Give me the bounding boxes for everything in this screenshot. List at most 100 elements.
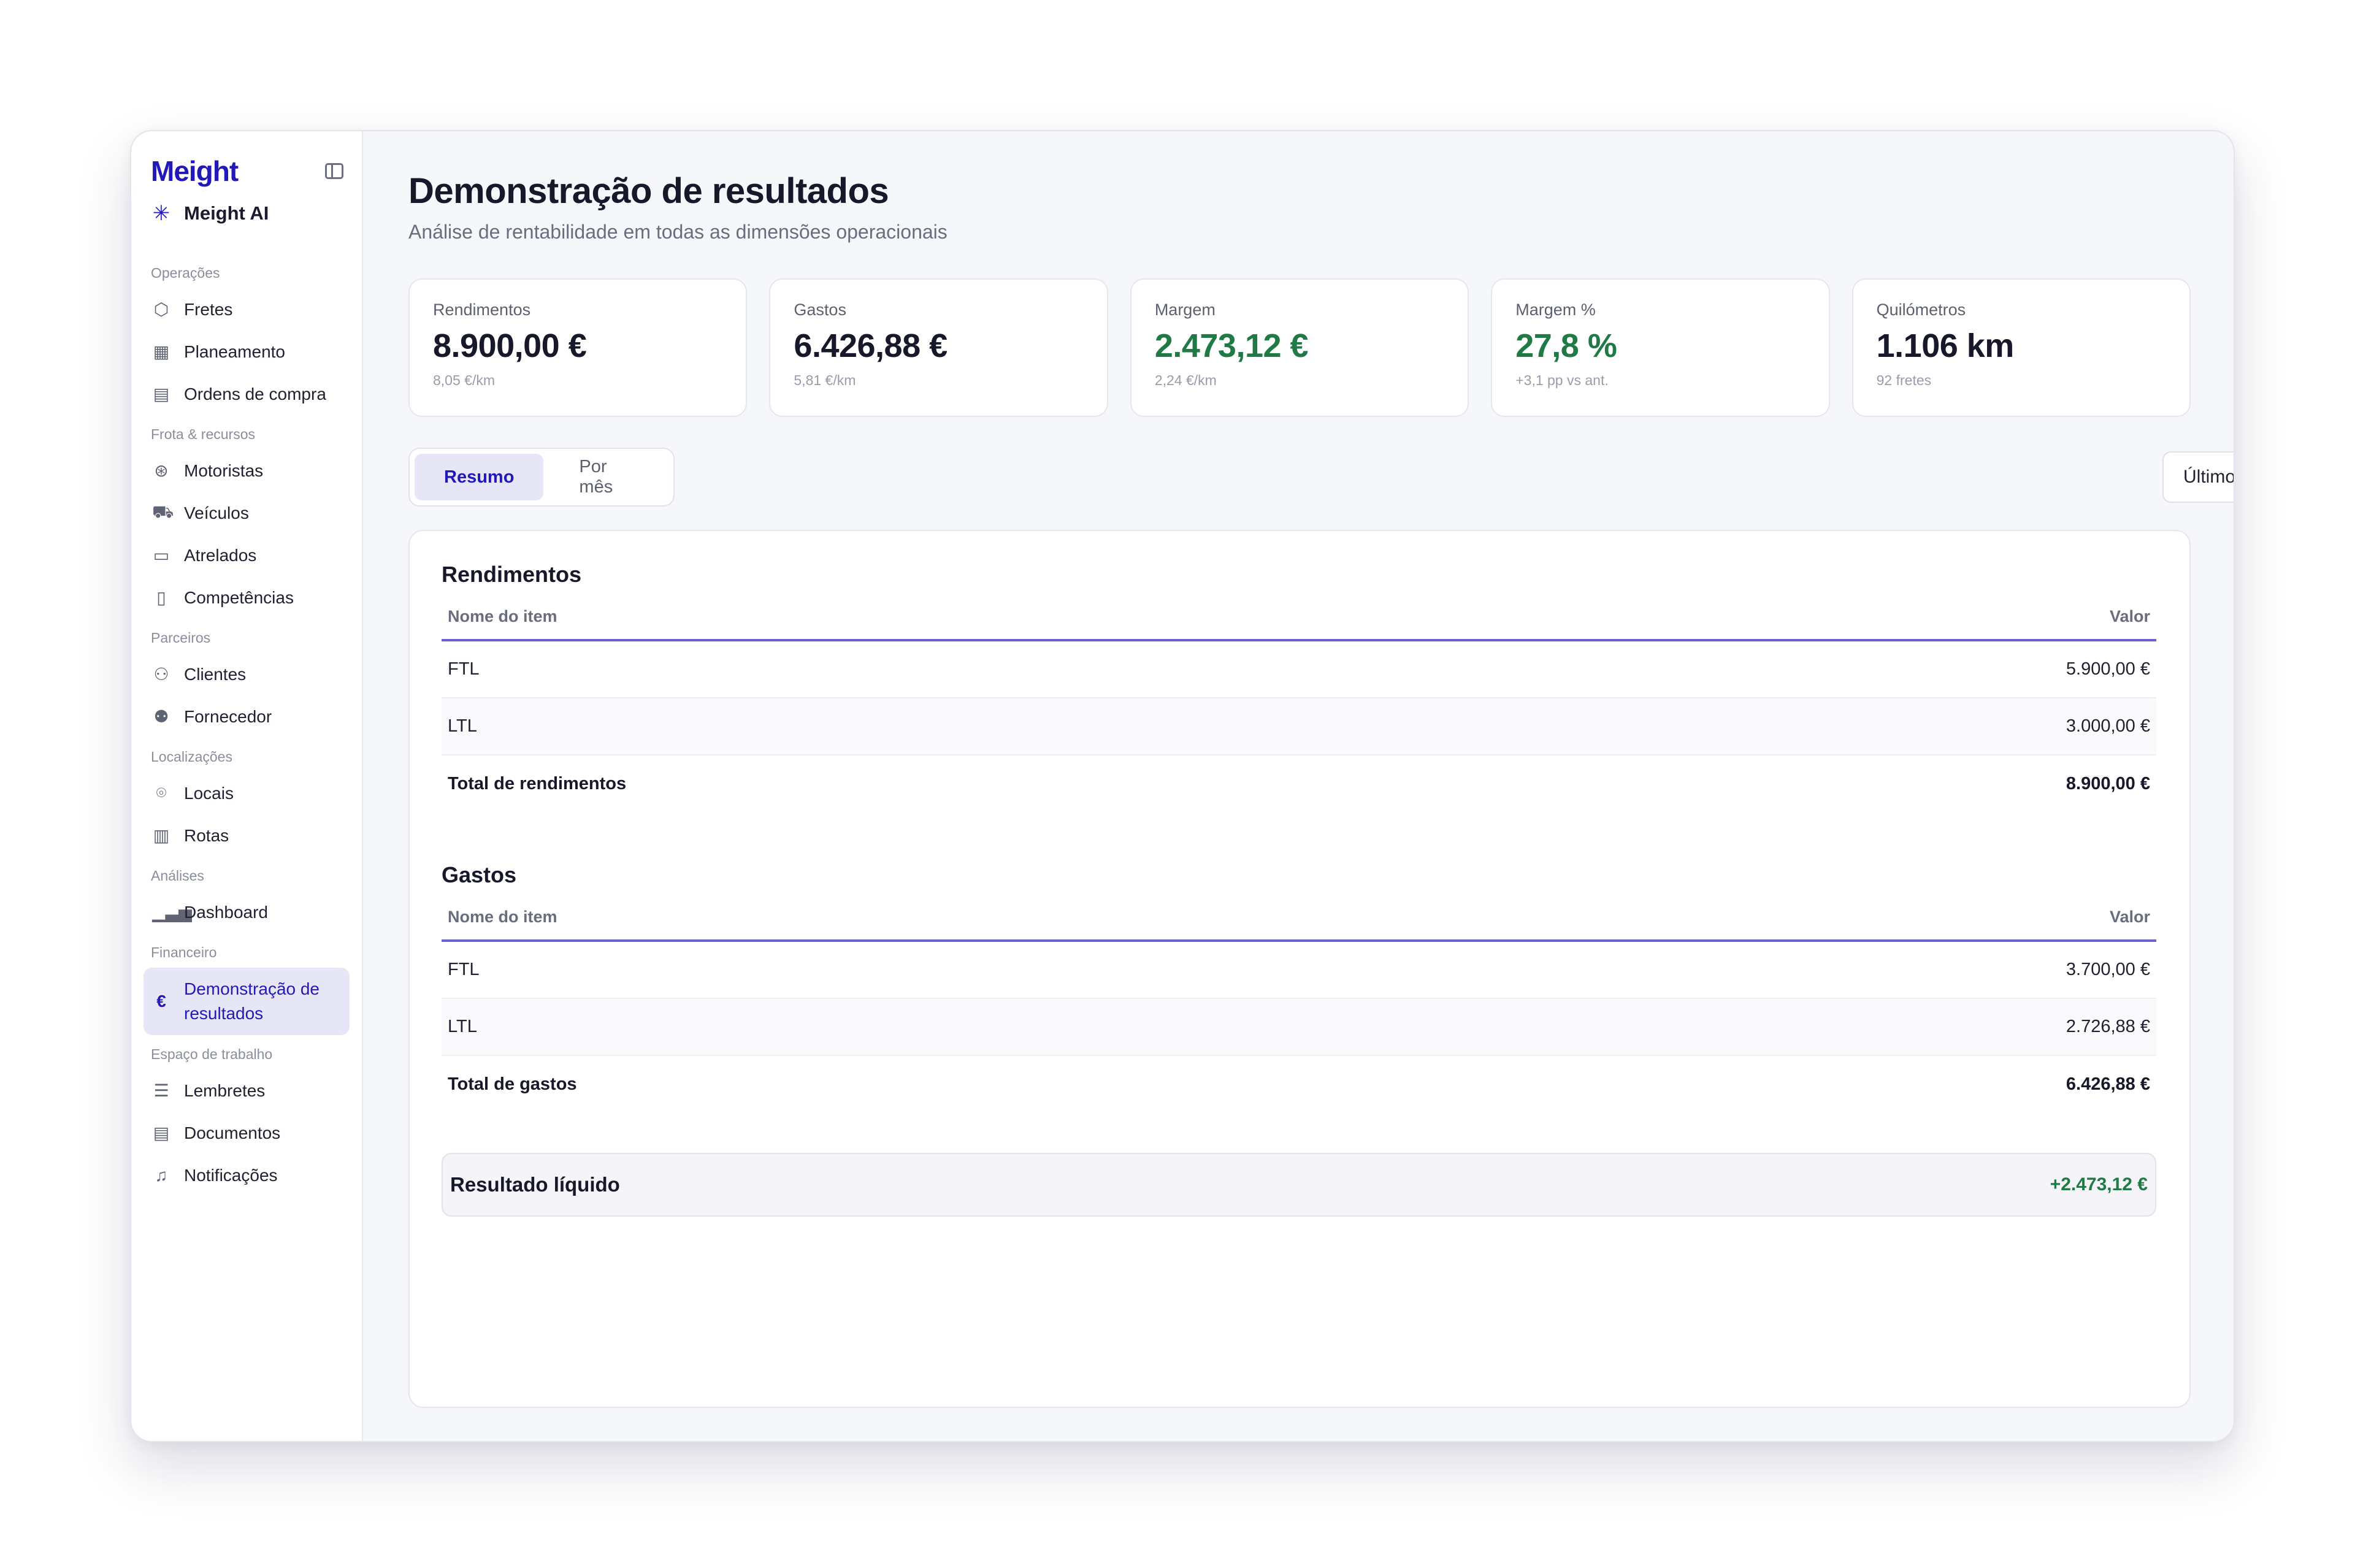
euro-icon: € — [156, 992, 166, 1011]
sidebar-item-label: Ordens de compra — [184, 384, 326, 403]
sidebar-item-atrelados[interactable]: ▭ Atrelados — [144, 534, 350, 576]
truck-icon: ⛟ — [152, 502, 174, 521]
section-label-parceiros: Parceiros — [151, 630, 211, 646]
sparkle-icon: ✳ — [152, 202, 170, 225]
expenses-table-header: Nome do item Valor — [442, 894, 2156, 942]
date-range-select[interactable]: Últimos 30 dias — [2162, 451, 2234, 503]
sidebar-item-dashboard[interactable]: ▁▃▅ Dashboard — [144, 891, 350, 933]
bell-icon: ♫ — [155, 1165, 168, 1185]
trailer-icon: ▭ — [153, 546, 170, 565]
table-row: FTL 5.900,00 € — [442, 641, 2156, 698]
kpi-label: Gastos — [794, 300, 846, 319]
sidebar-item-label: Locais — [184, 783, 234, 803]
kpi-value: 6.426,88 € — [794, 327, 948, 364]
table-row: LTL 2.726,88 € — [442, 999, 2156, 1056]
sidebar-item-demonstracao-de-resultados[interactable]: € Demonstração de resultados — [144, 968, 350, 1035]
section-label-financeiro: Financeiro — [151, 944, 217, 960]
row-name: LTL — [448, 1017, 477, 1036]
income-table-header: Nome do item Valor — [442, 594, 2156, 641]
sidebar-item-competencias[interactable]: ▯ Competências — [144, 576, 350, 619]
sidebar-item-label: Documentos — [184, 1123, 281, 1142]
kpi-label: Margem % — [1515, 300, 1596, 319]
sidebar-item-label: Fretes — [184, 299, 233, 319]
sidebar-item-notificacoes[interactable]: ♫ Notificações — [144, 1154, 350, 1196]
table-total-row: Total de rendimentos 8.900,00 € — [442, 755, 2156, 813]
kpi-card-rendimentos: Rendimentos 8.900,00 € 8,05 €/km — [408, 278, 748, 417]
app-window: Meight ✳ Meight AI Operações ⬡ Fretes ▦ … — [130, 130, 2235, 1442]
sidebar-item-lembretes[interactable]: ☰ Lembretes — [144, 1069, 350, 1112]
sidebar-item-label: Dashboard — [184, 902, 268, 922]
sidebar-item-label: Competências — [184, 587, 294, 607]
kpi-card-gastos: Gastos 6.426,88 € 5,81 €/km — [769, 278, 1108, 417]
tab-por-mes[interactable]: Por mês — [550, 454, 668, 500]
sidebar-item-rotas[interactable]: ▥ Rotas — [144, 814, 350, 857]
sidebar-item-label: Clientes — [184, 664, 247, 684]
sidebar-item-label: Demonstração de resultados — [184, 979, 320, 1023]
table-row: FTL 3.700,00 € — [442, 942, 2156, 999]
kpi-subtext: 2,24 €/km — [1154, 372, 1217, 388]
column-header-value: Valor — [2109, 606, 2150, 625]
sidebar-item-clientes[interactable]: ⚇ Clientes — [144, 653, 350, 695]
kpi-value: 2.473,12 € — [1154, 327, 1309, 364]
row-name: FTL — [448, 960, 480, 979]
table-total-row: Total de gastos 6.426,88 € — [442, 1056, 2156, 1113]
tab-resumo[interactable]: Resumo — [415, 454, 544, 500]
list-check-icon: ☰ — [153, 1081, 169, 1100]
sidebar-item-ordens-de-compra[interactable]: ▤ Ordens de compra — [144, 373, 350, 415]
steering-wheel-icon: ⊛ — [154, 461, 169, 480]
sidebar-item-label: Lembretes — [184, 1080, 266, 1100]
kpi-row: Rendimentos 8.900,00 € 8,05 €/km Gastos … — [408, 278, 2191, 417]
sidebar-toggle-icon[interactable] — [325, 163, 343, 179]
sidebar-item-label: Veículos — [184, 503, 249, 522]
sidebar-item-documentos[interactable]: ▤ Documentos — [144, 1112, 350, 1154]
sidebar-item-motoristas[interactable]: ⊛ Motoristas — [144, 449, 350, 492]
kpi-subtext: +3,1 pp vs ant. — [1515, 372, 1609, 388]
kpi-subtext: 8,05 €/km — [433, 372, 495, 388]
total-value: 8.900,00 € — [2066, 774, 2150, 794]
sidebar-nav: Operações ⬡ Fretes ▦ Planeamento ▤ Orden… — [144, 254, 350, 1196]
kpi-card-quilometros: Quilómetros 1.106 km 92 fretes — [1851, 278, 2191, 417]
sidebar-item-label: Fornecedor — [184, 706, 272, 726]
kpi-card-margem-percent: Margem % 27,8 % +3,1 pp vs ant. — [1491, 278, 1830, 417]
sidebar-item-fornecedor[interactable]: ⚉ Fornecedor — [144, 695, 350, 738]
page-title: Demonstração de resultados — [408, 171, 889, 211]
sidebar-item-label: Atrelados — [184, 545, 257, 565]
column-header-item: Nome do item — [448, 606, 557, 625]
total-label: Total de rendimentos — [448, 774, 627, 794]
sidebar-item-planeamento[interactable]: ▦ Planeamento — [144, 331, 350, 373]
column-header-item: Nome do item — [448, 907, 557, 926]
sidebar-item-veiculos[interactable]: ⛟ Veículos — [144, 492, 350, 534]
calendar-icon: ▦ — [153, 342, 170, 361]
section-label-analises: Análises — [151, 868, 204, 884]
map-pin-icon: ⌾ — [156, 783, 167, 802]
expenses-section-title: Gastos — [442, 862, 517, 887]
section-label-frota: Frota & recursos — [151, 426, 255, 442]
row-value: 2.726,88 € — [2066, 1017, 2150, 1036]
kpi-label: Margem — [1154, 300, 1216, 319]
sidebar-item-fretes[interactable]: ⬡ Fretes — [144, 288, 350, 331]
section-label-espaco-de-trabalho: Espaço de trabalho — [151, 1046, 273, 1062]
kpi-value: 1.106 km — [1876, 327, 2015, 364]
bar-chart-icon: ▁▃▅ — [152, 903, 192, 922]
total-label: Total de gastos — [448, 1074, 577, 1094]
brand-logo[interactable]: Meight — [151, 155, 239, 188]
meight-ai-label: Meight AI — [184, 202, 269, 224]
sidebar-item-locais[interactable]: ⌾ Locais — [144, 772, 350, 814]
document-icon: ▤ — [153, 384, 170, 403]
row-value: 3.000,00 € — [2066, 716, 2150, 736]
total-value: 6.426,88 € — [2066, 1074, 2150, 1094]
meight-ai-link[interactable]: ✳ Meight AI — [151, 195, 269, 232]
results-card: Rendimentos Nome do item Valor FTL 5.900… — [408, 530, 2191, 1408]
row-value: 3.700,00 € — [2066, 960, 2150, 979]
main-content: Demonstração de resultados Análise de re… — [363, 131, 2234, 1441]
sidebar-item-label: Rotas — [184, 825, 229, 845]
net-result-label: Resultado líquido — [450, 1173, 620, 1196]
section-label-localizacoes: Localizações — [151, 749, 232, 765]
kpi-label: Rendimentos — [433, 300, 531, 319]
sidebar-item-label: Notificações — [184, 1165, 278, 1185]
section-label-operacoes: Operações — [151, 265, 220, 281]
net-result-row: Resultado líquido +2.473,12 € — [442, 1153, 2156, 1217]
sidebar-item-label: Planeamento — [184, 342, 286, 361]
user-check-icon: ⚉ — [153, 707, 169, 726]
sidebar-item-label: Motoristas — [184, 461, 264, 480]
